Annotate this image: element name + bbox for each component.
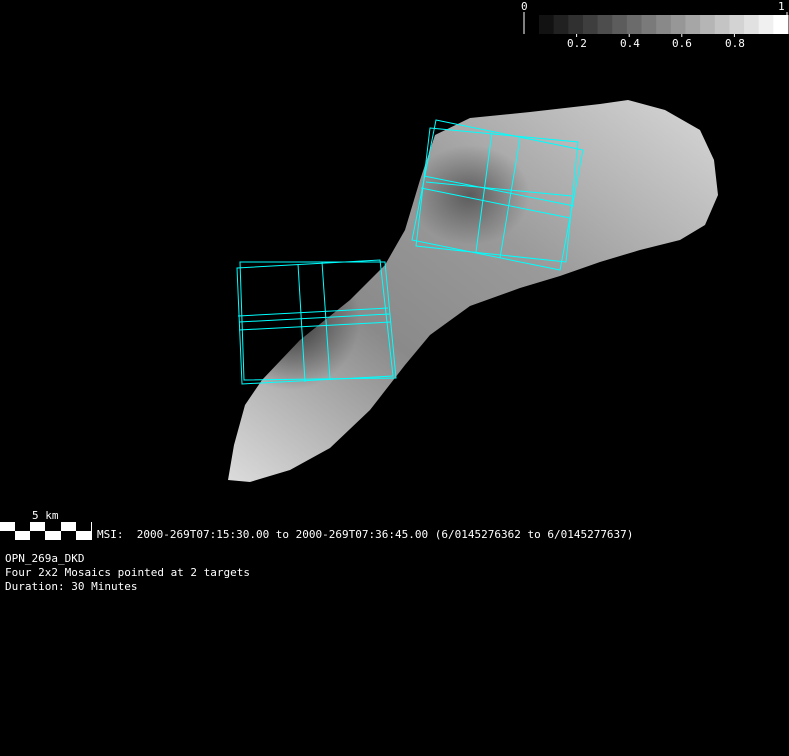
colorbar-tick-label: 0.4 [620, 37, 640, 50]
colorbar-swatch [612, 15, 628, 34]
colorbar-tick-label: 0.2 [567, 37, 587, 50]
colorbar-swatch [553, 15, 569, 34]
colorbar-swatch [626, 15, 643, 34]
msi-time-range: MSI: 2000-269T07:15:30.00 to 2000-269T07… [97, 528, 634, 541]
colorbar-swatch [773, 15, 789, 34]
colorbar-swatch [641, 15, 657, 34]
colorbar-swatch [744, 15, 760, 34]
colorbar-swatch [582, 15, 599, 34]
asteroid-view [0, 12, 789, 540]
colorbar [539, 15, 789, 37]
colorbar-swatch [685, 15, 701, 34]
colorbar-swatch [670, 15, 686, 34]
scale-bar-label: 5 km [32, 509, 59, 522]
scale-bar [0, 522, 92, 540]
colorbar-swatch [758, 15, 774, 34]
colorbar-swatch [568, 15, 584, 34]
colorbar-swatch [656, 15, 672, 34]
colorbar-tick-label: 0.6 [672, 37, 692, 50]
colorbar-max-label: 1 [778, 0, 785, 13]
observation-duration: Duration: 30 Minutes [5, 580, 138, 593]
colorbar-swatch [729, 15, 745, 34]
colorbar-swatch [539, 15, 555, 34]
colorbar-min-label: 0 [521, 0, 528, 13]
colorbar-swatch [714, 15, 730, 34]
colorbar-swatch [700, 15, 716, 34]
observation-id: OPN_269a_DKD [5, 552, 85, 565]
observation-description: Four 2x2 Mosaics pointed at 2 targets [5, 566, 251, 579]
colorbar-tick-label: 0.8 [725, 37, 745, 50]
colorbar-swatch [597, 15, 613, 34]
